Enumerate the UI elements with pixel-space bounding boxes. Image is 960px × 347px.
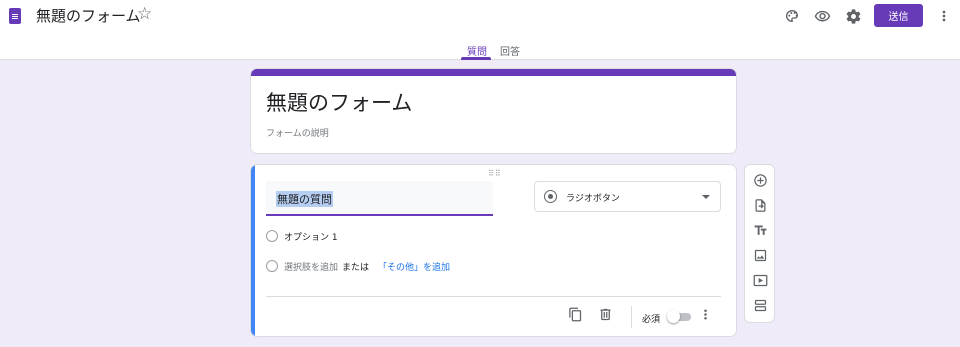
trash-icon[interactable]: [597, 306, 613, 322]
section-icon[interactable]: [752, 297, 768, 313]
chevron-down-icon: [702, 195, 710, 199]
question-type-label: ラジオボタン: [566, 194, 620, 204]
title-card-accent: [251, 69, 736, 76]
send-button[interactable]: 送信: [874, 4, 923, 27]
question-type-select[interactable]: ラジオボタン: [534, 181, 721, 212]
add-option-radio-icon: [266, 260, 278, 272]
app-title[interactable]: 無題のフォーム: [36, 6, 141, 26]
add-option-input[interactable]: 選択肢を追加: [284, 260, 338, 273]
option-radio-icon: [266, 230, 278, 242]
radio-button-icon: [544, 190, 557, 203]
eye-icon[interactable]: [811, 5, 833, 27]
required-toggle-knob[interactable]: [667, 310, 680, 323]
tab-questions[interactable]: 質問: [467, 43, 487, 58]
footer-divider: [266, 296, 721, 297]
question-title-text[interactable]: 無題の質問: [276, 191, 333, 207]
active-tab-indicator: [461, 57, 491, 60]
drag-handle-icon[interactable]: ⠿⠿: [488, 169, 502, 178]
video-icon[interactable]: [752, 272, 768, 288]
duplicate-icon[interactable]: [567, 306, 583, 322]
add-question-icon[interactable]: [752, 172, 768, 188]
image-icon[interactable]: [752, 247, 768, 263]
add-other-link[interactable]: 「その他」を追加: [378, 260, 450, 273]
import-icon[interactable]: [752, 197, 768, 213]
or-text: または: [342, 263, 370, 273]
tab-responses[interactable]: 回答: [500, 43, 520, 58]
gear-icon[interactable]: [842, 5, 864, 27]
star-icon[interactable]: ☆: [137, 4, 152, 24]
question-title-field[interactable]: 無題の質問: [266, 181, 493, 216]
option-1-input[interactable]: オプション 1: [284, 230, 338, 243]
title-text-icon[interactable]: [752, 222, 768, 238]
more-vert-icon[interactable]: [933, 5, 955, 27]
side-toolbar: [744, 164, 775, 323]
form-title-input[interactable]: 無題のフォーム: [266, 87, 412, 117]
question-card[interactable]: ⠿⠿ 無題の質問 ラジオボタン オプション 1 選択肢を追加 または 「その他」…: [250, 164, 737, 337]
top-bar: 無題のフォーム ☆ 送信 質問 回答: [0, 0, 960, 60]
required-label: 必須: [642, 315, 661, 325]
focus-indicator: [251, 165, 255, 336]
tab-bar: 質問 回答: [0, 40, 960, 60]
form-description-input[interactable]: フォームの説明: [266, 126, 329, 139]
palette-icon[interactable]: [781, 5, 803, 27]
forms-doc-icon[interactable]: [9, 8, 21, 24]
toolbar-divider: [631, 306, 632, 328]
form-title-card: 無題のフォーム フォームの説明: [250, 68, 737, 154]
more-vert-icon[interactable]: [697, 306, 713, 322]
